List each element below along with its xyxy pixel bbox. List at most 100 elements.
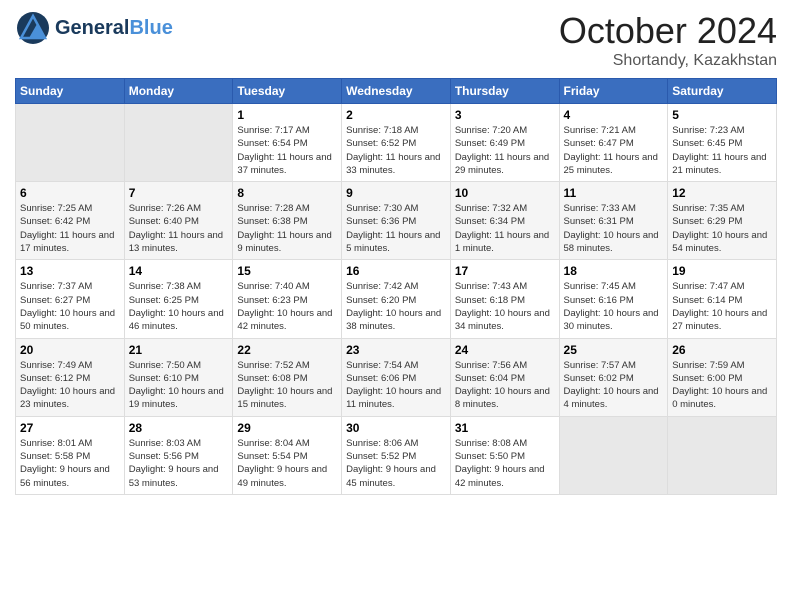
day-number: 2	[346, 108, 446, 122]
day-number: 14	[129, 264, 229, 278]
general-blue-logo-icon	[15, 10, 51, 46]
col-header-tuesday: Tuesday	[233, 79, 342, 104]
col-header-monday: Monday	[124, 79, 233, 104]
day-info: Sunrise: 7:25 AMSunset: 6:42 PMDaylight:…	[20, 202, 120, 255]
day-info: Sunrise: 8:03 AMSunset: 5:56 PMDaylight:…	[129, 437, 229, 490]
day-info: Sunrise: 7:28 AMSunset: 6:38 PMDaylight:…	[237, 202, 337, 255]
day-number: 30	[346, 421, 446, 435]
location-title: Shortandy, Kazakhstan	[559, 52, 777, 70]
day-number: 26	[672, 343, 772, 357]
day-number: 25	[564, 343, 664, 357]
calendar-cell: 21 Sunrise: 7:50 AMSunset: 6:10 PMDayligh…	[124, 338, 233, 416]
calendar-cell: 16 Sunrise: 7:42 AMSunset: 6:20 PMDayligh…	[342, 260, 451, 338]
day-info: Sunrise: 7:38 AMSunset: 6:25 PMDaylight:…	[129, 280, 229, 333]
day-info: Sunrise: 7:57 AMSunset: 6:02 PMDaylight:…	[564, 359, 664, 412]
calendar-cell: 7 Sunrise: 7:26 AMSunset: 6:40 PMDaylight…	[124, 182, 233, 260]
day-number: 10	[455, 186, 555, 200]
col-header-wednesday: Wednesday	[342, 79, 451, 104]
week-row-4: 20Sunrise: 7:49 AMSunset: 6:12 PMDayligh…	[16, 338, 777, 416]
col-header-thursday: Thursday	[450, 79, 559, 104]
calendar-cell	[668, 416, 777, 494]
day-number: 18	[564, 264, 664, 278]
day-number: 5	[672, 108, 772, 122]
day-number: 4	[564, 108, 664, 122]
calendar-cell: 19 Sunrise: 7:47 AMSunset: 6:14 PMDayligh…	[668, 260, 777, 338]
day-number: 15	[237, 264, 337, 278]
day-number: 31	[455, 421, 555, 435]
col-header-saturday: Saturday	[668, 79, 777, 104]
day-number: 11	[564, 186, 664, 200]
logo-text: GeneralBlue	[55, 17, 173, 39]
calendar-cell: 9Sunrise: 7:30 AMSunset: 6:36 PMDaylight…	[342, 182, 451, 260]
calendar-cell	[124, 104, 233, 182]
calendar-cell: 18Sunrise: 7:45 AMSunset: 6:16 PMDayligh…	[559, 260, 668, 338]
day-info: Sunrise: 7:54 AMSunset: 6:06 PMDaylight:…	[346, 359, 446, 412]
day-info: Sunrise: 7:50 AMSunset: 6:10 PMDaylight:…	[129, 359, 229, 412]
day-number: 7	[129, 186, 229, 200]
month-title: October 2024	[559, 10, 777, 52]
day-number: 19	[672, 264, 772, 278]
day-number: 29	[237, 421, 337, 435]
day-info: Sunrise: 8:08 AMSunset: 5:50 PMDaylight:…	[455, 437, 555, 490]
day-info: Sunrise: 7:20 AMSunset: 6:49 PMDaylight:…	[455, 124, 555, 177]
calendar-cell: 6 Sunrise: 7:25 AMSunset: 6:42 PMDaylight…	[16, 182, 125, 260]
day-info: Sunrise: 7:59 AMSunset: 6:00 PMDaylight:…	[672, 359, 772, 412]
day-info: Sunrise: 7:37 AMSunset: 6:27 PMDaylight:…	[20, 280, 120, 333]
day-number: 21	[129, 343, 229, 357]
calendar-cell: 13 Sunrise: 7:37 AMSunset: 6:27 PMDayligh…	[16, 260, 125, 338]
calendar-cell: 5 Sunrise: 7:23 AMSunset: 6:45 PMDaylight…	[668, 104, 777, 182]
day-info: Sunrise: 7:43 AMSunset: 6:18 PMDaylight:…	[455, 280, 555, 333]
day-info: Sunrise: 7:23 AMSunset: 6:45 PMDaylight:…	[672, 124, 772, 177]
calendar-cell: 3 Sunrise: 7:20 AMSunset: 6:49 PMDaylight…	[450, 104, 559, 182]
calendar-cell: 17Sunrise: 7:43 AMSunset: 6:18 PMDayligh…	[450, 260, 559, 338]
calendar-cell: 26 Sunrise: 7:59 AMSunset: 6:00 PMDayligh…	[668, 338, 777, 416]
day-info: Sunrise: 7:47 AMSunset: 6:14 PMDaylight:…	[672, 280, 772, 333]
day-number: 27	[20, 421, 120, 435]
day-info: Sunrise: 7:30 AMSunset: 6:36 PMDaylight:…	[346, 202, 446, 255]
day-number: 8	[237, 186, 337, 200]
day-info: Sunrise: 8:01 AMSunset: 5:58 PMDaylight:…	[20, 437, 120, 490]
calendar-cell: 15Sunrise: 7:40 AMSunset: 6:23 PMDayligh…	[233, 260, 342, 338]
calendar-table: SundayMondayTuesdayWednesdayThursdayFrid…	[15, 78, 777, 495]
day-number: 28	[129, 421, 229, 435]
calendar-cell: 27 Sunrise: 8:01 AMSunset: 5:58 PMDayligh…	[16, 416, 125, 494]
calendar-cell: 10 Sunrise: 7:32 AMSunset: 6:34 PMDayligh…	[450, 182, 559, 260]
week-row-1: 1 Sunrise: 7:17 AMSunset: 6:54 PMDaylight…	[16, 104, 777, 182]
day-number: 13	[20, 264, 120, 278]
day-info: Sunrise: 8:04 AMSunset: 5:54 PMDaylight:…	[237, 437, 337, 490]
day-info: Sunrise: 7:17 AMSunset: 6:54 PMDaylight:…	[237, 124, 337, 177]
day-info: Sunrise: 7:42 AMSunset: 6:20 PMDaylight:…	[346, 280, 446, 333]
calendar-cell: 29 Sunrise: 8:04 AMSunset: 5:54 PMDayligh…	[233, 416, 342, 494]
calendar-cell: 14 Sunrise: 7:38 AMSunset: 6:25 PMDayligh…	[124, 260, 233, 338]
calendar-cell: 30 Sunrise: 8:06 AMSunset: 5:52 PMDayligh…	[342, 416, 451, 494]
calendar-cell	[16, 104, 125, 182]
calendar-cell	[559, 416, 668, 494]
day-info: Sunrise: 7:18 AMSunset: 6:52 PMDaylight:…	[346, 124, 446, 177]
day-info: Sunrise: 8:06 AMSunset: 5:52 PMDaylight:…	[346, 437, 446, 490]
calendar-cell: 11Sunrise: 7:33 AMSunset: 6:31 PMDayligh…	[559, 182, 668, 260]
calendar-cell: 22Sunrise: 7:52 AMSunset: 6:08 PMDayligh…	[233, 338, 342, 416]
calendar-cell: 23Sunrise: 7:54 AMSunset: 6:06 PMDayligh…	[342, 338, 451, 416]
day-number: 6	[20, 186, 120, 200]
day-info: Sunrise: 7:49 AMSunset: 6:12 PMDaylight:…	[20, 359, 120, 412]
day-info: Sunrise: 7:21 AMSunset: 6:47 PMDaylight:…	[564, 124, 664, 177]
calendar-cell: 31 Sunrise: 8:08 AMSunset: 5:50 PMDayligh…	[450, 416, 559, 494]
calendar-cell: 24 Sunrise: 7:56 AMSunset: 6:04 PMDayligh…	[450, 338, 559, 416]
day-number: 24	[455, 343, 555, 357]
day-info: Sunrise: 7:56 AMSunset: 6:04 PMDaylight:…	[455, 359, 555, 412]
day-number: 1	[237, 108, 337, 122]
day-info: Sunrise: 7:32 AMSunset: 6:34 PMDaylight:…	[455, 202, 555, 255]
calendar-cell: 12Sunrise: 7:35 AMSunset: 6:29 PMDayligh…	[668, 182, 777, 260]
day-info: Sunrise: 7:26 AMSunset: 6:40 PMDaylight:…	[129, 202, 229, 255]
day-number: 3	[455, 108, 555, 122]
day-info: Sunrise: 7:35 AMSunset: 6:29 PMDaylight:…	[672, 202, 772, 255]
week-row-2: 6 Sunrise: 7:25 AMSunset: 6:42 PMDaylight…	[16, 182, 777, 260]
calendar-cell: 8 Sunrise: 7:28 AMSunset: 6:38 PMDaylight…	[233, 182, 342, 260]
day-number: 16	[346, 264, 446, 278]
col-header-friday: Friday	[559, 79, 668, 104]
calendar-cell: 20Sunrise: 7:49 AMSunset: 6:12 PMDayligh…	[16, 338, 125, 416]
week-row-5: 27 Sunrise: 8:01 AMSunset: 5:58 PMDayligh…	[16, 416, 777, 494]
col-header-sunday: Sunday	[16, 79, 125, 104]
calendar-cell: 25 Sunrise: 7:57 AMSunset: 6:02 PMDayligh…	[559, 338, 668, 416]
calendar-cell: 2 Sunrise: 7:18 AMSunset: 6:52 PMDaylight…	[342, 104, 451, 182]
